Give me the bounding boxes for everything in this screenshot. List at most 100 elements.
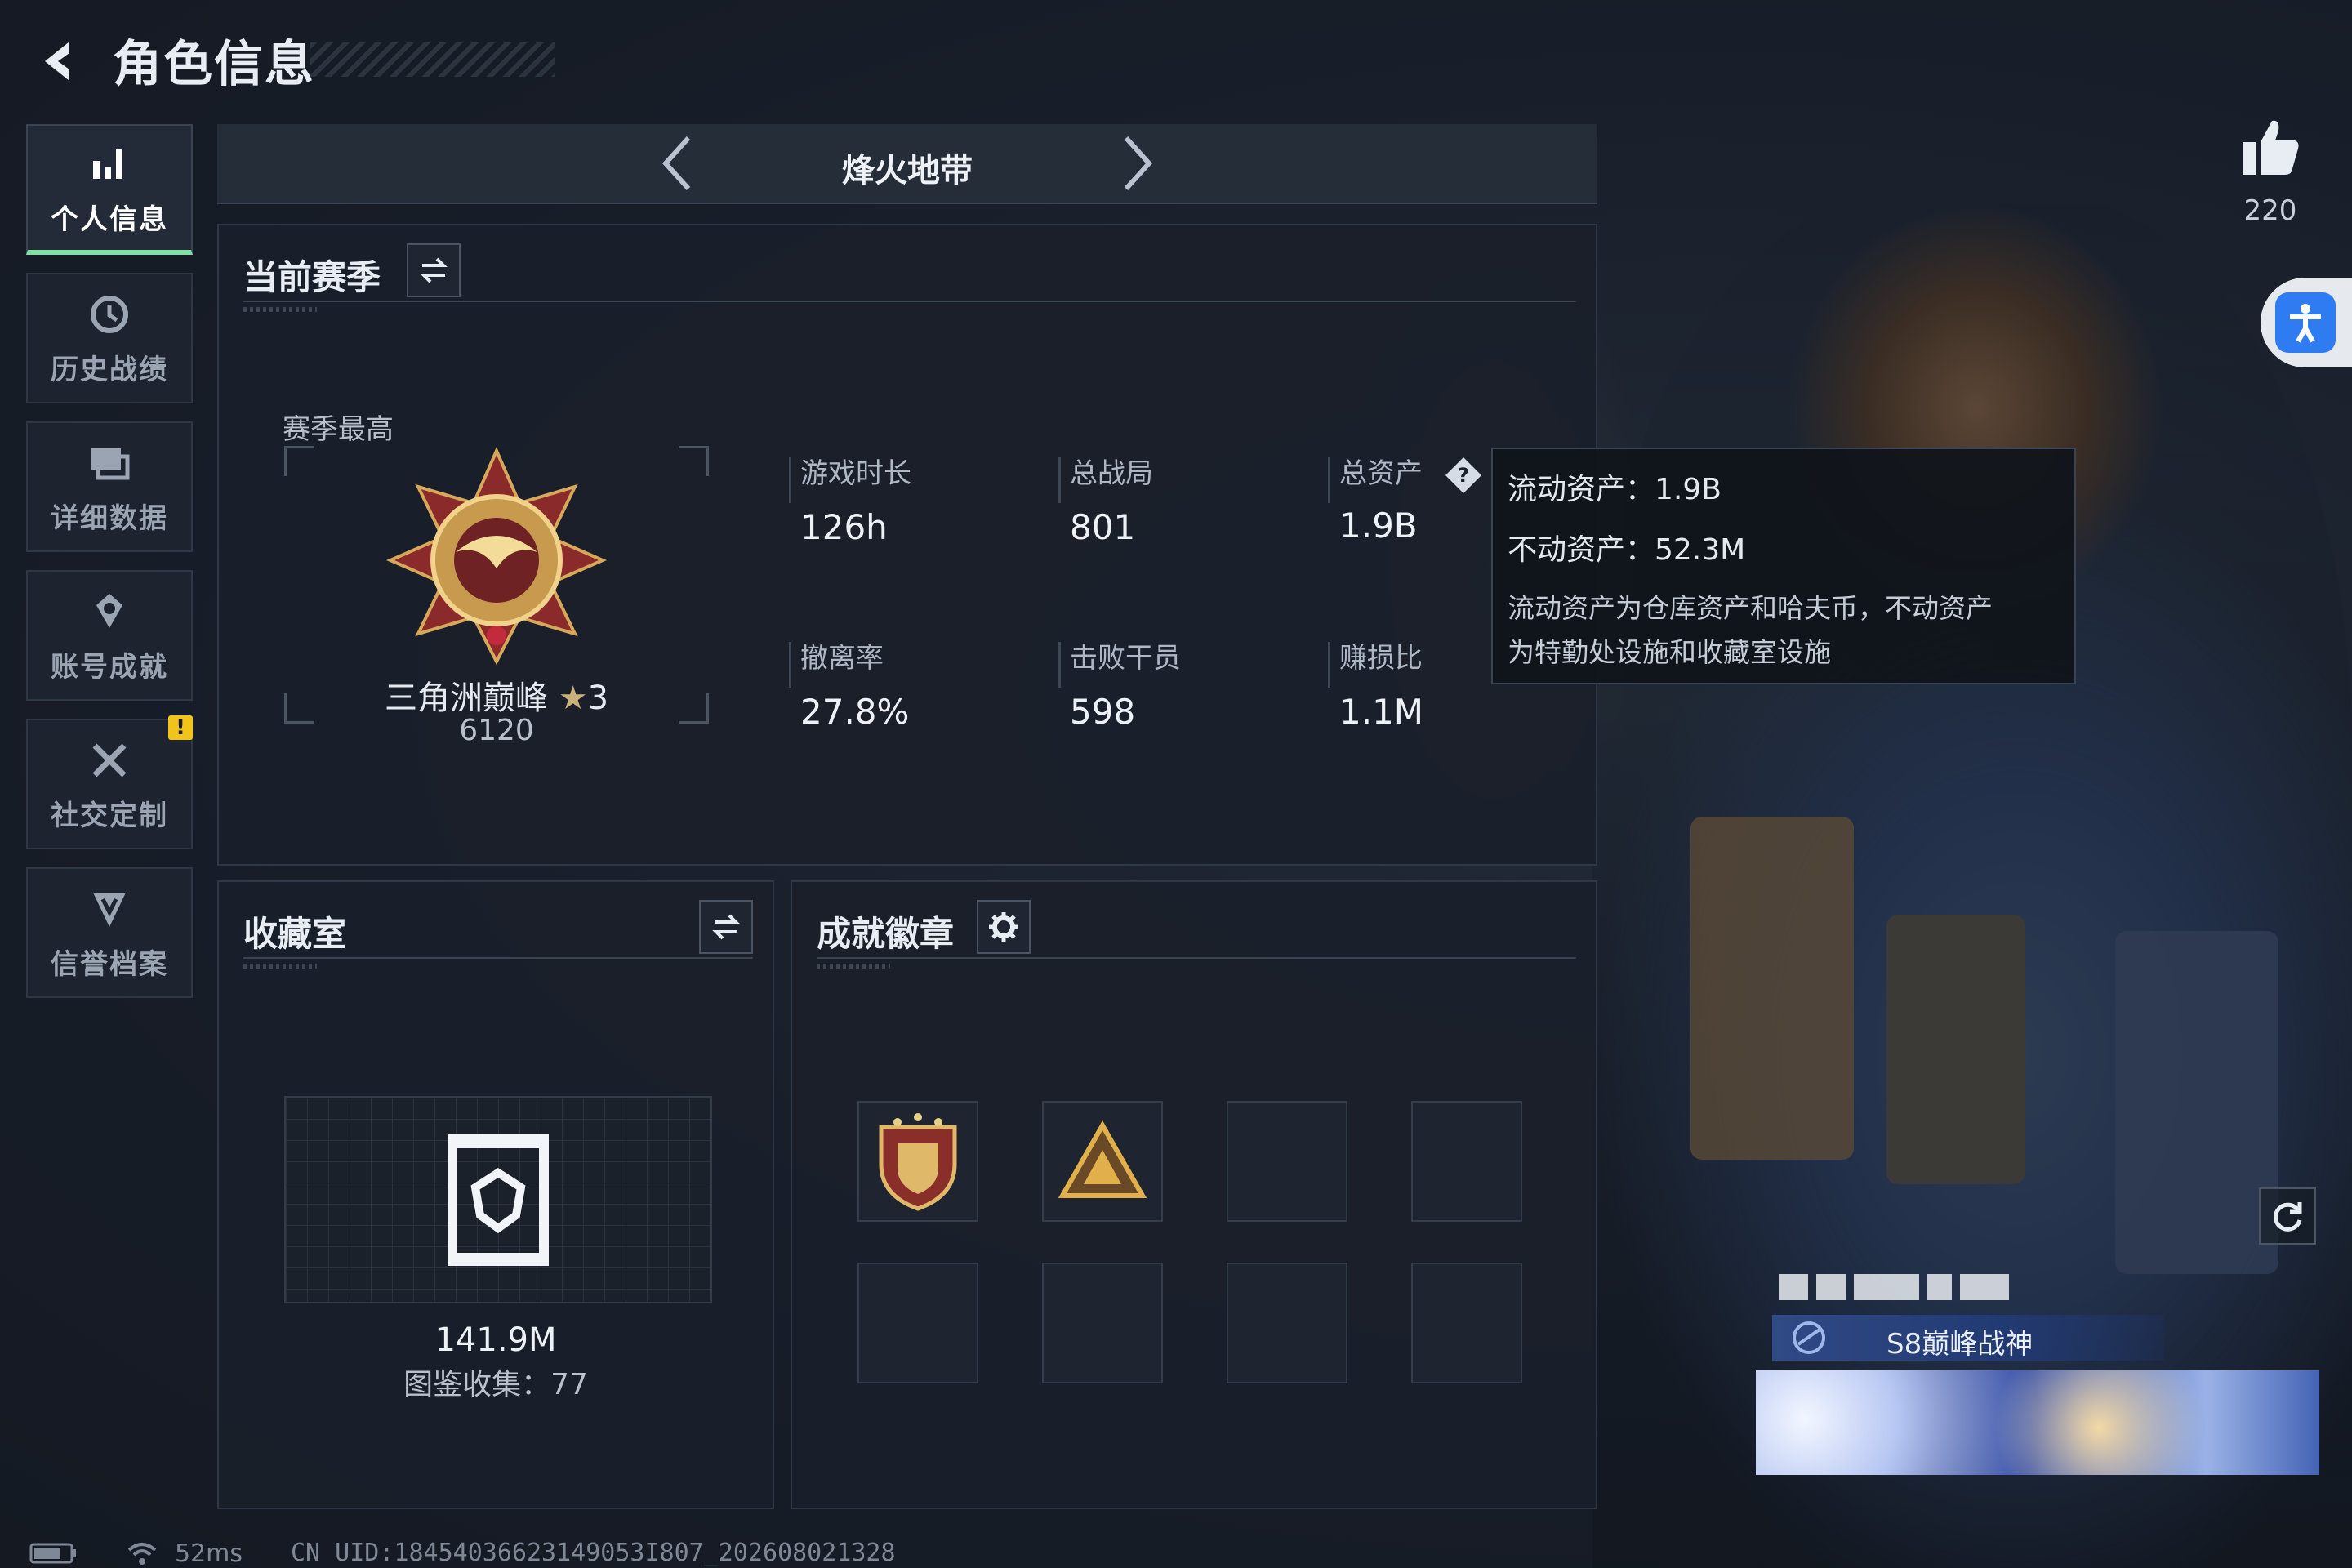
badge-slot-2[interactable] bbox=[1042, 1101, 1163, 1222]
rank-name-row: 三角洲巅峰 ★3 bbox=[252, 671, 742, 719]
frame-corner bbox=[284, 446, 314, 476]
collection-switch-button[interactable] bbox=[699, 900, 753, 954]
accessibility-button[interactable] bbox=[2261, 278, 2352, 368]
liquid-assets: 流动资产：1.9B bbox=[1508, 473, 1722, 506]
swap-icon bbox=[420, 257, 448, 283]
badge-slot-1[interactable] bbox=[858, 1101, 978, 1222]
player-title-text: S8巅峰战神 bbox=[1886, 1328, 2034, 1361]
collection-panel: 收藏室 141.9M 图鉴收集：77 bbox=[217, 880, 774, 1509]
stat-label: 游戏时长 bbox=[800, 457, 911, 490]
stat-label: 赚损比 bbox=[1339, 642, 1423, 675]
status-bar: 52ms bbox=[29, 1539, 243, 1568]
swap-icon bbox=[712, 914, 740, 940]
season-title: 当前赛季 bbox=[243, 257, 381, 297]
mode-selector: 烽火地带 bbox=[217, 124, 1597, 204]
sidebar-item-label: 历史战绩 bbox=[51, 353, 168, 386]
collection-title: 收藏室 bbox=[243, 914, 347, 954]
rotate-icon bbox=[2273, 1202, 2302, 1232]
badge-slot-7[interactable] bbox=[1227, 1263, 1348, 1383]
sidebar-item-social-custom[interactable]: ! 社交定制 bbox=[26, 715, 193, 849]
header-decoration bbox=[817, 964, 890, 969]
stat-playtime: 游戏时长 126h bbox=[800, 451, 911, 547]
collection-panel-header: 收藏室 bbox=[243, 900, 753, 959]
stat-profit-loss: 赚损比 1.1M bbox=[1339, 635, 1423, 732]
stat-label: 总资产 ? bbox=[1339, 451, 1484, 496]
stat-value: 126h bbox=[800, 507, 888, 547]
sidebar: 个人信息 历史战绩 详细数据 账号成就 ! 社交定制 信誉档案 bbox=[26, 124, 196, 1016]
tools-cross-icon bbox=[92, 743, 127, 777]
censored-name bbox=[1779, 1274, 2009, 1300]
sidebar-item-history[interactable]: 历史战绩 bbox=[26, 273, 193, 403]
thumbs-up-icon bbox=[2243, 120, 2299, 175]
eagle-shield-badge-icon bbox=[879, 1113, 957, 1211]
triangle-eye-badge-icon bbox=[1058, 1120, 1147, 1198]
ping-value: 52ms bbox=[175, 1539, 243, 1568]
badges-title: 成就徽章 bbox=[817, 914, 955, 954]
badges-panel-header: 成就徽章 bbox=[817, 900, 1576, 959]
shield-v-icon bbox=[93, 892, 126, 927]
stat-value: 1.1M bbox=[1339, 692, 1424, 732]
rotate-model-button[interactable] bbox=[2259, 1187, 2316, 1245]
season-panel-header: 当前赛季 bbox=[243, 243, 1576, 302]
like-count: 220 bbox=[2243, 194, 2297, 227]
badge-slot-4[interactable] bbox=[1411, 1101, 1522, 1222]
collection-value: 141.9M bbox=[434, 1321, 557, 1359]
sidebar-item-label: 信誉档案 bbox=[51, 947, 168, 981]
stat-total-assets: 总资产 ? 1.9B bbox=[1339, 451, 1484, 546]
sidebar-item-achievements[interactable]: 账号成就 bbox=[26, 570, 193, 701]
stat-divider bbox=[1328, 642, 1330, 688]
stat-value: 598 bbox=[1070, 692, 1136, 732]
player-title-card[interactable]: S8巅峰战神 bbox=[1756, 1274, 2328, 1478]
stat-value: 1.9B bbox=[1339, 505, 1418, 546]
data-stack-icon bbox=[91, 448, 130, 479]
stat-total-matches: 总战局 801 bbox=[1070, 451, 1153, 547]
sidebar-item-label: 社交定制 bbox=[51, 799, 168, 832]
collection-count: 图鉴收集：77 bbox=[403, 1368, 588, 1401]
stat-divider bbox=[789, 642, 791, 688]
achievement-medal-icon bbox=[96, 593, 122, 628]
sidebar-item-label: 账号成就 bbox=[51, 650, 168, 684]
bar-chart-icon bbox=[93, 149, 122, 179]
badge-slot-3[interactable] bbox=[1227, 1101, 1348, 1222]
battery-icon bbox=[29, 1543, 76, 1564]
season-panel: 当前赛季 赛季最高 三角洲巅峰 ★3 6120 游戏时长 126h 总战局 80… bbox=[217, 224, 1597, 866]
gear-icon bbox=[989, 912, 1018, 942]
badge-slot-8[interactable] bbox=[1411, 1263, 1522, 1383]
badges-settings-button[interactable] bbox=[977, 900, 1031, 954]
badge-slot-6[interactable] bbox=[1042, 1263, 1163, 1383]
stat-divider bbox=[1058, 457, 1061, 503]
stat-divider bbox=[789, 457, 791, 503]
accessibility-icon-wrap bbox=[2275, 292, 2336, 353]
page-title: 角色信息 bbox=[113, 36, 315, 93]
wifi-icon bbox=[127, 1543, 157, 1565]
season-switch-button[interactable] bbox=[407, 243, 461, 297]
frame-corner bbox=[679, 446, 709, 476]
rank-stars: 3 bbox=[587, 679, 609, 717]
sleeve-patch bbox=[2115, 931, 2278, 1274]
back-button[interactable] bbox=[29, 33, 87, 90]
sidebar-item-label: 个人信息 bbox=[51, 203, 168, 236]
stat-value: 801 bbox=[1070, 507, 1136, 547]
title-decoration bbox=[310, 42, 555, 77]
badges-panel: 成就徽章 bbox=[791, 880, 1597, 1509]
sidebar-item-credit-record[interactable]: 信誉档案 bbox=[26, 867, 193, 998]
sidebar-item-personal-info[interactable]: 个人信息 bbox=[26, 124, 193, 255]
mode-label: 烽火地带 bbox=[842, 152, 973, 189]
stat-operators-defeated: 击败干员 598 bbox=[1070, 635, 1181, 732]
mode-next-button[interactable] bbox=[1109, 136, 1165, 191]
sidebar-item-detailed-data[interactable]: 详细数据 bbox=[26, 421, 193, 552]
asset-tooltip: 流动资产：1.9B 不动资产：52.3M 流动资产为仓库资产和哈夫币，不动资产 … bbox=[1491, 448, 2076, 684]
rank-score: 6120 bbox=[459, 714, 534, 747]
stat-label: 击败干员 bbox=[1070, 642, 1181, 675]
title-emblem-icon bbox=[1793, 1321, 1825, 1354]
badge-slot-5[interactable] bbox=[858, 1263, 978, 1383]
title-banner-art bbox=[1756, 1370, 2319, 1475]
season-best-label: 赛季最高 bbox=[283, 413, 394, 446]
help-diamond-icon[interactable]: ? bbox=[1443, 455, 1484, 496]
rank-name: 三角洲巅峰 bbox=[384, 679, 548, 717]
collection-card[interactable] bbox=[284, 1096, 712, 1303]
like-button[interactable] bbox=[2238, 114, 2303, 180]
star-icon: ★ bbox=[558, 679, 588, 717]
player-uid: CN UID:18454036623149053I807_20260802132… bbox=[291, 1539, 896, 1567]
asset-note-line-1: 流动资产为仓库资产和哈夫币，不动资产 bbox=[1508, 592, 1993, 624]
